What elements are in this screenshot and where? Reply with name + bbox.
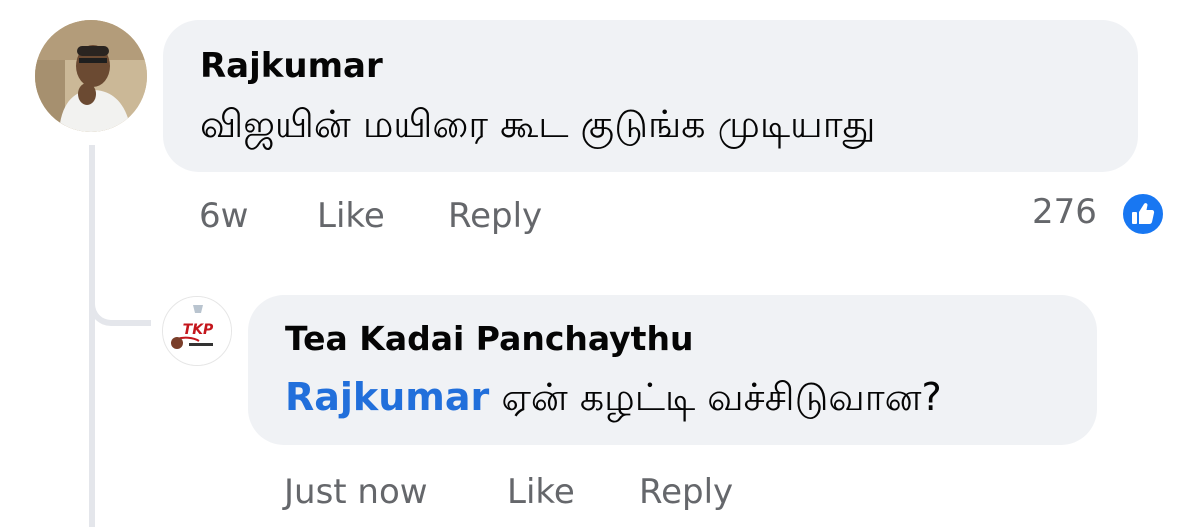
comment-author-name[interactable]: Rajkumar: [200, 46, 383, 86]
mention-link[interactable]: Rajkumar: [285, 375, 489, 419]
comment-bubble: Rajkumar விஜயின் மயிரை கூட குடுங்க முடிய…: [163, 20, 1138, 172]
like-button[interactable]: Like: [317, 196, 385, 236]
reply-message: ஏன் கழட்டி வச்சிடுவான?: [501, 375, 942, 419]
reply-like-button[interactable]: Like: [507, 472, 575, 512]
reply-button[interactable]: Reply: [448, 196, 542, 236]
page-logo: TKP: [163, 297, 231, 365]
reply-author-name[interactable]: Tea Kadai Panchaythu: [285, 319, 693, 358]
reply-reply-button[interactable]: Reply: [639, 472, 733, 512]
reply-timestamp[interactable]: Just now: [284, 472, 428, 512]
reply-avatar[interactable]: TKP: [162, 296, 232, 366]
thumbs-up-icon[interactable]: [1120, 191, 1166, 237]
reply-connector-curve: [89, 290, 151, 326]
comment-timestamp[interactable]: 6w: [199, 196, 248, 236]
reaction-count[interactable]: 276: [1032, 192, 1097, 232]
svg-text:TKP: TKP: [183, 322, 214, 338]
thread-connector-line: [89, 145, 95, 527]
reply-text: Rajkumar ஏன் கழட்டி வச்சிடுவான?: [285, 375, 942, 425]
comment-text: விஜயின் மயிரை கூட குடுங்க முடியாது: [200, 102, 876, 146]
avatar[interactable]: [35, 20, 147, 132]
user-photo: [35, 20, 147, 132]
reply-bubble: Tea Kadai Panchaythu Rajkumar ஏன் கழட்டி…: [248, 295, 1097, 445]
